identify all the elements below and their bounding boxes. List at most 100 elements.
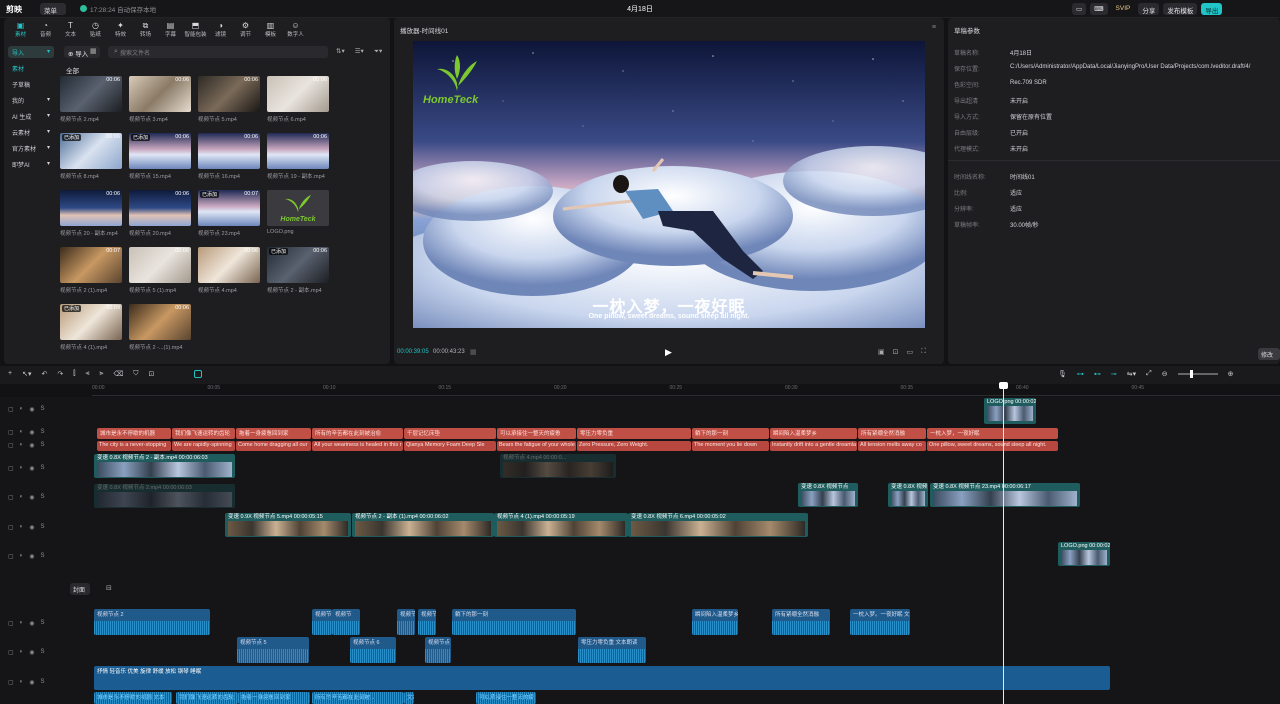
text-clip[interactable]: We are rapidly-spinning bbox=[172, 441, 235, 451]
solo-icon[interactable]: S bbox=[41, 620, 45, 627]
text-clip[interactable]: Qianya Memory Foam Deep Sle bbox=[404, 441, 496, 451]
visible-icon[interactable]: ◐ bbox=[20, 429, 24, 436]
lock-icon[interactable]: ▢ bbox=[8, 465, 14, 472]
video-preview[interactable]: HomeTeck 一枕入梦，一夜好眠 One pillow, sweet dre… bbox=[413, 41, 925, 328]
tool-tab[interactable]: ✦ 特效 bbox=[108, 18, 133, 40]
title-clip[interactable]: 我们像飞速运转的齿轮 bbox=[172, 428, 235, 439]
audio-clip[interactable]: 视频节 bbox=[312, 609, 332, 635]
voiceover-clip[interactable]: 所有的辛苦都在此刻被... bbox=[312, 692, 404, 704]
media-item[interactable]: 00:06 视频节点 6.mp4 bbox=[267, 76, 329, 126]
list-view-icon[interactable]: ☰▾ bbox=[355, 47, 364, 56]
audio-clip[interactable]: 一枕入梦。一夜好眠 文本朗 bbox=[850, 609, 910, 635]
undo-icon[interactable]: ↶ bbox=[41, 370, 47, 378]
link-icon[interactable]: ⊶ bbox=[1077, 370, 1084, 378]
audio-clip[interactable]: 躺下的那一刻 bbox=[452, 609, 576, 635]
media-item[interactable]: 00:06 已添加 视频节点 8.mp4 bbox=[60, 133, 122, 183]
media-item[interactable]: 00:06 已添加 视频节点 15.mp4 bbox=[129, 133, 191, 183]
visible-icon[interactable]: ◐ bbox=[20, 465, 24, 472]
fit-icon[interactable]: ⤢ bbox=[1146, 370, 1152, 378]
media-item[interactable]: 00:06 视频节点 5 (1).mp4 bbox=[129, 247, 191, 297]
mic-icon[interactable]: 🎙 bbox=[1058, 370, 1067, 378]
lock-icon[interactable]: ▢ bbox=[8, 494, 14, 501]
text-clip[interactable]: All tension melts away co bbox=[858, 441, 926, 451]
zoom-in-icon[interactable]: ⊕ bbox=[1228, 370, 1234, 378]
playhead-handle[interactable] bbox=[999, 382, 1008, 389]
audio-clip[interactable]: 视频节点 6 bbox=[350, 637, 396, 663]
track-header[interactable]: ▢ ◐ ◉ S bbox=[8, 406, 45, 413]
cover-button[interactable]: 封面 bbox=[70, 583, 90, 595]
title-clip[interactable]: 躺下的那一刻 bbox=[692, 428, 769, 439]
sort-icon[interactable]: ⇅▾ bbox=[336, 47, 345, 56]
audio-clip[interactable]: 瞬间陷入温柔梦乡 bbox=[692, 609, 738, 635]
eye-icon[interactable]: ◉ bbox=[29, 553, 34, 560]
play-button[interactable]: ▶ bbox=[665, 347, 672, 358]
voiceover-clip[interactable]: 拖着一身疲惫回到家 bbox=[238, 692, 310, 704]
track-header[interactable]: ▢ ◐ ◉ S bbox=[8, 494, 45, 501]
text-clip[interactable]: Zero Pressure, Zero Weight. bbox=[577, 441, 691, 451]
eye-icon[interactable]: ◉ bbox=[29, 429, 34, 436]
media-item[interactable]: 00:06 视频节点 20.mp4 bbox=[129, 190, 191, 240]
media-item[interactable]: 00:06 视频节点 2.mp4 bbox=[60, 76, 122, 126]
zoom-handle[interactable] bbox=[1189, 370, 1193, 378]
filter-icon[interactable]: ⏷▾ bbox=[374, 47, 382, 56]
media-item[interactable]: 00:07 视频节点 2 (1).mp4 bbox=[60, 247, 122, 297]
menu-button[interactable]: 菜单 bbox=[40, 3, 66, 15]
tool-tab[interactable]: ☺ 数字人 bbox=[283, 18, 308, 40]
video-clip-ghost[interactable]: 视频节点 4.mp4 00:00:0... bbox=[500, 454, 616, 478]
timeline-ruler[interactable]: 00:00 00:05 00:10 00:15 00:20 00:25 00:30 00:35… bbox=[92, 384, 1280, 396]
media-item[interactable]: 00:06 已添加 视频节点 2 - 副本.mp4 bbox=[267, 247, 329, 297]
title-clip[interactable]: 可以承接住一整天的疲惫 bbox=[497, 428, 576, 439]
lock-icon[interactable]: ▢ bbox=[8, 649, 14, 656]
audio-clip[interactable]: 视频节 bbox=[397, 609, 415, 635]
track-header[interactable]: ▢ ◐ ◉ S bbox=[8, 524, 45, 531]
eye-icon[interactable]: ◉ bbox=[29, 679, 34, 686]
text-clip[interactable]: Come home dragging all our bbox=[236, 441, 311, 451]
split-right-icon[interactable]: ⫸ bbox=[99, 370, 103, 378]
export-button[interactable]: 导出 bbox=[1201, 3, 1223, 15]
visible-icon[interactable]: ◐ bbox=[20, 649, 24, 656]
media-item[interactable]: 00:06 视频节点 16.mp4 bbox=[198, 133, 260, 183]
media-item[interactable]: 00:06 视频节点 5.mp4 bbox=[198, 76, 260, 126]
solo-icon[interactable]: S bbox=[41, 524, 45, 531]
ratio-icon[interactable]: ▭ bbox=[907, 348, 914, 356]
modify-button[interactable]: 修改 bbox=[1258, 348, 1280, 360]
media-item[interactable]: 00:06 视频节点 2 -...(1).mp4 bbox=[129, 304, 191, 354]
publish-template-button[interactable]: 发布模板 bbox=[1163, 3, 1198, 15]
visible-icon[interactable]: ◐ bbox=[20, 553, 24, 560]
track-header[interactable]: ▢ ◐ ◉ S bbox=[8, 429, 45, 436]
cover-image-icon[interactable]: ⊟ bbox=[106, 584, 112, 592]
solo-icon[interactable]: S bbox=[41, 679, 45, 686]
split-icon[interactable]: ⫿ bbox=[73, 370, 75, 378]
voiceover-clip[interactable]: 我们像飞速运转的齿轮 bbox=[176, 692, 238, 704]
video-clip[interactable]: 变速 0.8X 视频节点 23.mp4 00:00:06:17 bbox=[930, 483, 1080, 507]
lock-icon[interactable]: ▢ bbox=[8, 524, 14, 531]
category-item[interactable]: 云素材 ▾ bbox=[8, 126, 54, 138]
title-clip[interactable]: 拖着一身疲惫回到家 bbox=[236, 428, 311, 439]
title-clip[interactable]: 千层记忆床垫 bbox=[404, 428, 496, 439]
playhead[interactable] bbox=[1003, 384, 1004, 704]
tool-tab[interactable]: ⚙ 调节 bbox=[233, 18, 258, 40]
visible-icon[interactable]: ◐ bbox=[20, 679, 24, 686]
visible-icon[interactable]: ◐ bbox=[20, 524, 24, 531]
title-clip[interactable]: 瞬间陷入温柔梦乡 bbox=[770, 428, 857, 439]
eye-icon[interactable]: ◉ bbox=[29, 442, 34, 449]
category-item[interactable]: 子草稿 bbox=[8, 78, 54, 90]
solo-icon[interactable]: S bbox=[41, 442, 45, 449]
solo-icon[interactable]: S bbox=[41, 406, 45, 413]
visible-icon[interactable]: ◐ bbox=[20, 620, 24, 627]
visible-icon[interactable]: ◐ bbox=[20, 442, 24, 449]
select-tool-icon[interactable]: ↖▾ bbox=[22, 370, 31, 378]
media-item[interactable]: 00:07 已添加 视频节点 23.mp4 bbox=[198, 190, 260, 240]
video-clip[interactable]: 变速 0.8X 视频节点 6.mp4 00:00:05:02 bbox=[628, 513, 808, 537]
grid-view-icon[interactable]: ▦ bbox=[90, 47, 97, 55]
shortcut-icon[interactable]: ⌨ bbox=[1090, 3, 1108, 15]
lock-icon[interactable]: ▢ bbox=[8, 553, 14, 560]
visible-icon[interactable]: ◐ bbox=[20, 494, 24, 501]
solo-icon[interactable]: S bbox=[41, 494, 45, 501]
preview-axis-icon[interactable]: ⊸ bbox=[1111, 370, 1117, 378]
lock-icon[interactable]: ▢ bbox=[8, 429, 14, 436]
split-left-icon[interactable]: ⫷ bbox=[85, 370, 89, 378]
audio-clip[interactable]: 所有紧绷全然消融 bbox=[772, 609, 830, 635]
text-clip[interactable]: Bears the fatigue of your whole da bbox=[497, 441, 576, 451]
snap-icon[interactable]: ⊷ bbox=[1094, 370, 1101, 378]
